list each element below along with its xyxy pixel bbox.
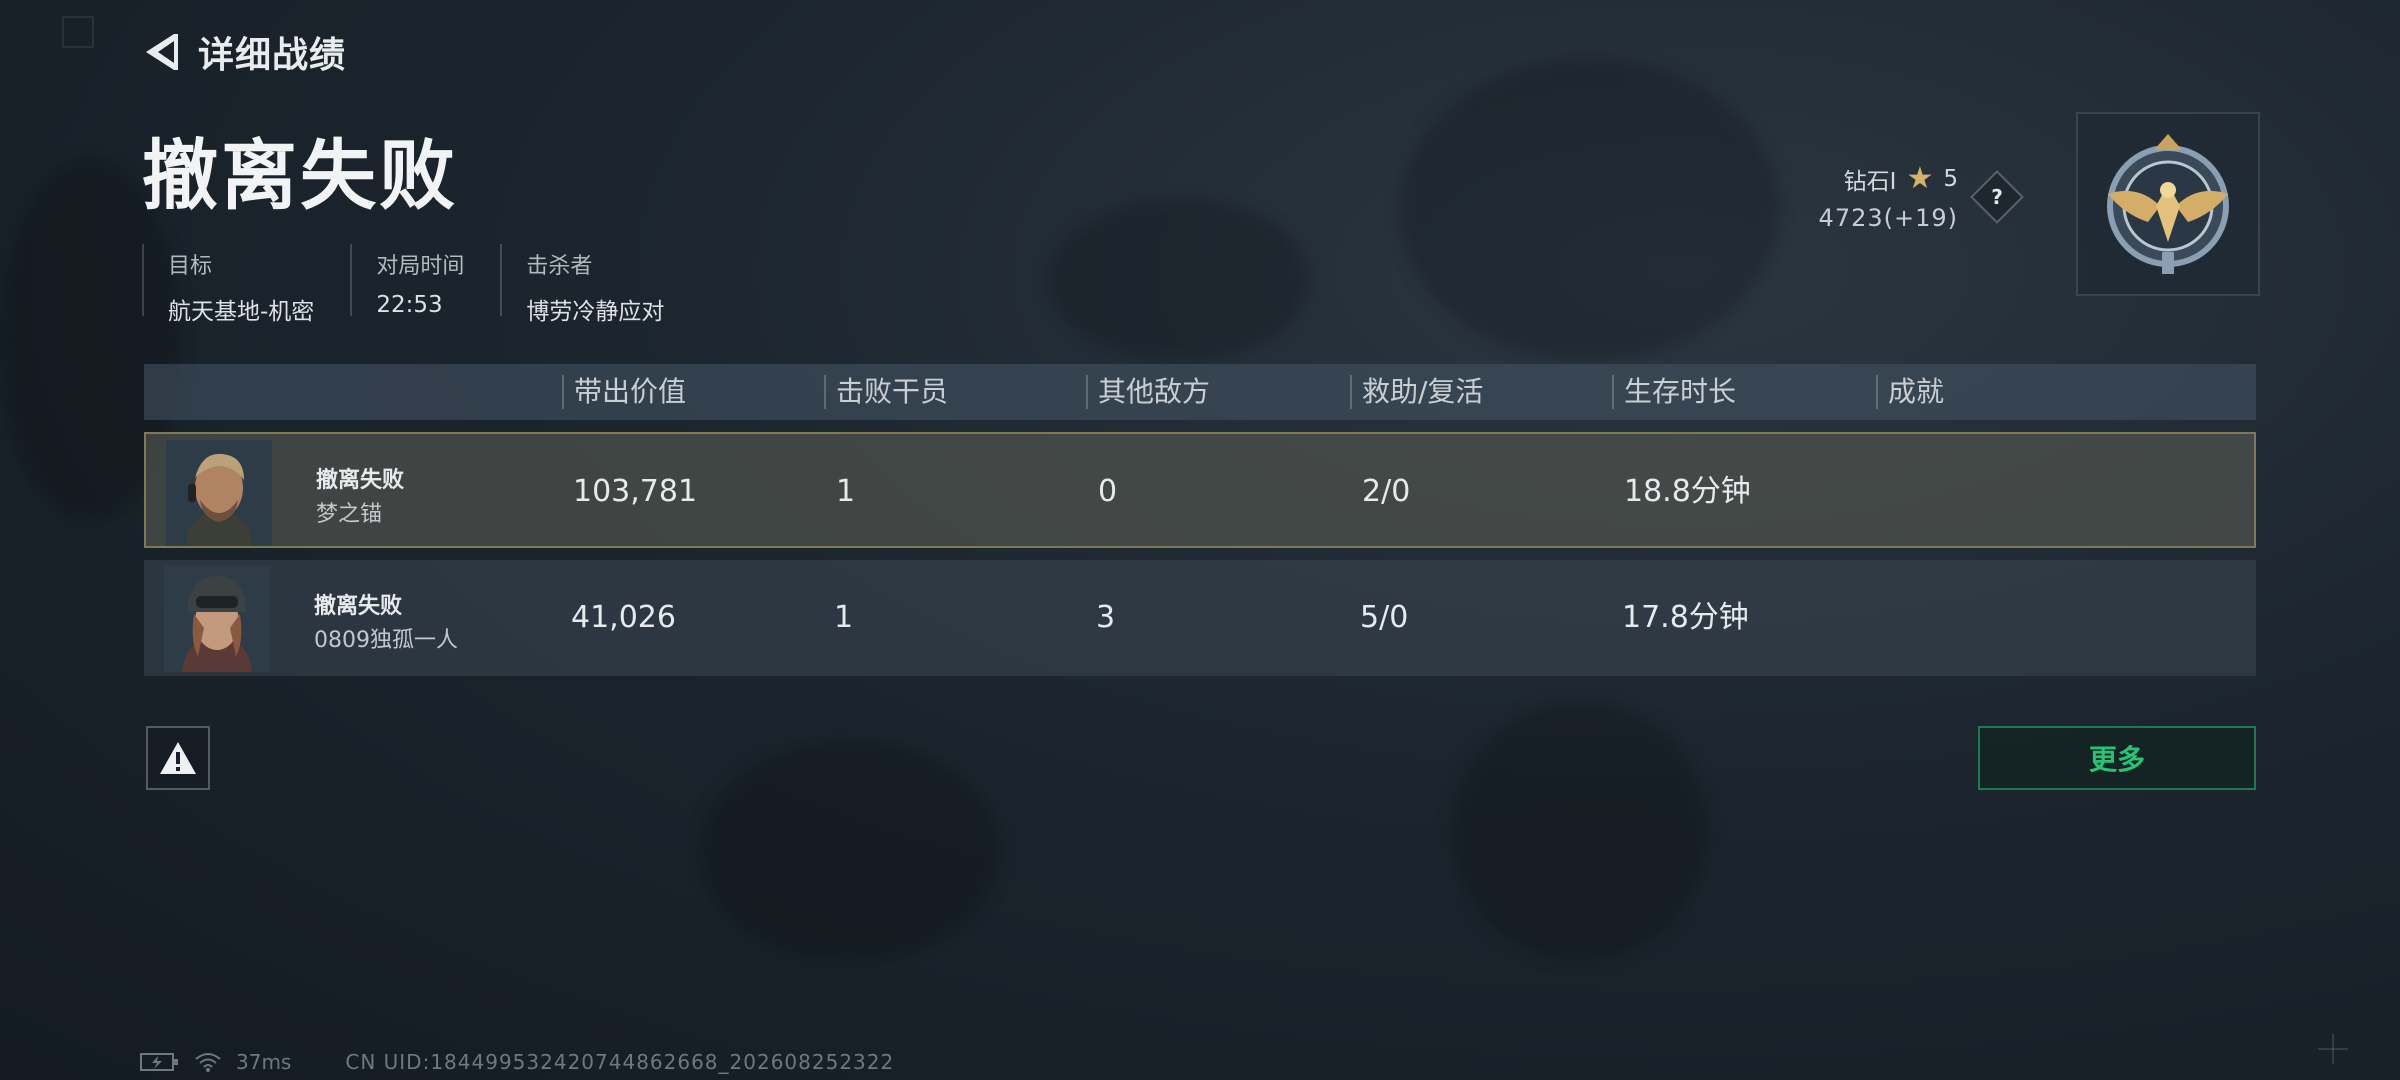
back-button[interactable]: 详细战绩 xyxy=(140,26,346,78)
info-label: 目标 xyxy=(168,254,213,279)
info-label: 对局时间 xyxy=(376,254,465,279)
col-header-value: 带出价值 xyxy=(562,375,686,409)
rank-info: 钻石I ★ 5 4723(+19) xyxy=(1818,161,1958,233)
info-label: 击杀者 xyxy=(526,254,593,279)
cell-kills: 1 xyxy=(836,474,856,509)
table-row[interactable]: 撤离失败 0809独孤一人 41,026 1 3 5/0 17.8分钟 xyxy=(144,560,2256,676)
col-header-other-enemies: 其他敌方 xyxy=(1086,375,1210,409)
cell-assist: 2/0 xyxy=(1362,474,1411,509)
player-name: 梦之锚 xyxy=(316,502,383,527)
info-objective: 目标 航天基地-机密 xyxy=(142,244,350,325)
corner-frame-mark xyxy=(62,16,94,48)
info-match-time: 对局时间 22:53 xyxy=(350,244,500,318)
col-header-assist-revive: 救助/复活 xyxy=(1350,375,1483,409)
help-button[interactable]: ? xyxy=(1970,170,2024,224)
cell-value: 41,026 xyxy=(571,600,676,635)
table-row[interactable]: 撤离失败 梦之锚 103,781 1 0 2/0 18.8分钟 xyxy=(144,432,2256,548)
player-name: 0809独孤一人 xyxy=(314,628,458,653)
cell-value: 103,781 xyxy=(573,474,698,509)
ping-value: 37ms xyxy=(236,1050,292,1074)
cell-other: 0 xyxy=(1098,474,1118,509)
avatar xyxy=(164,566,270,672)
warning-icon xyxy=(160,742,196,774)
info-value: 航天基地-机密 xyxy=(168,299,315,325)
col-header-kills: 击败干员 xyxy=(824,375,948,409)
info-killer: 击杀者 博劳冷静应对 xyxy=(500,244,700,325)
player-status: 撤离失败 xyxy=(314,594,403,619)
wifi-icon xyxy=(195,1053,221,1072)
rank-medal xyxy=(2076,112,2260,296)
report-button[interactable] xyxy=(146,726,210,790)
back-arrow-icon xyxy=(146,34,178,70)
col-header-survival: 生存时长 xyxy=(1612,375,1736,409)
rank-stars: 5 xyxy=(1943,166,1958,192)
status-bar: 37ms CN UID:184499532420744862668_202608… xyxy=(140,1050,894,1074)
col-header-achievement: 成就 xyxy=(1876,375,1944,409)
match-info: 目标 航天基地-机密 对局时间 22:53 击杀者 博劳冷静应对 xyxy=(142,244,700,325)
stats-table: 带出价值 击败干员 其他敌方 救助/复活 生存时长 成就 撤离失败 梦之锚 10… xyxy=(144,364,2256,676)
eagle-medal-icon xyxy=(2107,134,2229,274)
cell-survival: 18.8分钟 xyxy=(1624,474,1751,509)
battery-icon xyxy=(140,1053,178,1071)
rank-tier: 钻石I xyxy=(1843,169,1897,195)
info-value: 博劳冷静应对 xyxy=(526,299,665,325)
cell-assist: 5/0 xyxy=(1360,600,1409,635)
more-button[interactable]: 更多 xyxy=(1978,726,2256,790)
question-icon: ? xyxy=(1991,185,2003,209)
corner-plus-mark xyxy=(2318,1034,2348,1064)
cell-kills: 1 xyxy=(834,600,854,635)
table-header: 带出价值 击败干员 其他敌方 救助/复活 生存时长 成就 xyxy=(144,364,2256,420)
player-status: 撤离失败 xyxy=(316,468,405,493)
rank-score: 4723(+19) xyxy=(1818,204,1958,232)
page-title: 详细战绩 xyxy=(198,35,347,76)
cell-survival: 17.8分钟 xyxy=(1622,600,1749,635)
cell-other: 3 xyxy=(1096,600,1116,635)
result-title: 撤离失败 xyxy=(142,131,458,220)
info-value: 22:53 xyxy=(376,292,443,318)
avatar xyxy=(166,440,272,546)
star-icon: ★ xyxy=(1906,161,1934,196)
uid-text: CN UID:184499532420744862668_20260825232… xyxy=(345,1050,895,1074)
